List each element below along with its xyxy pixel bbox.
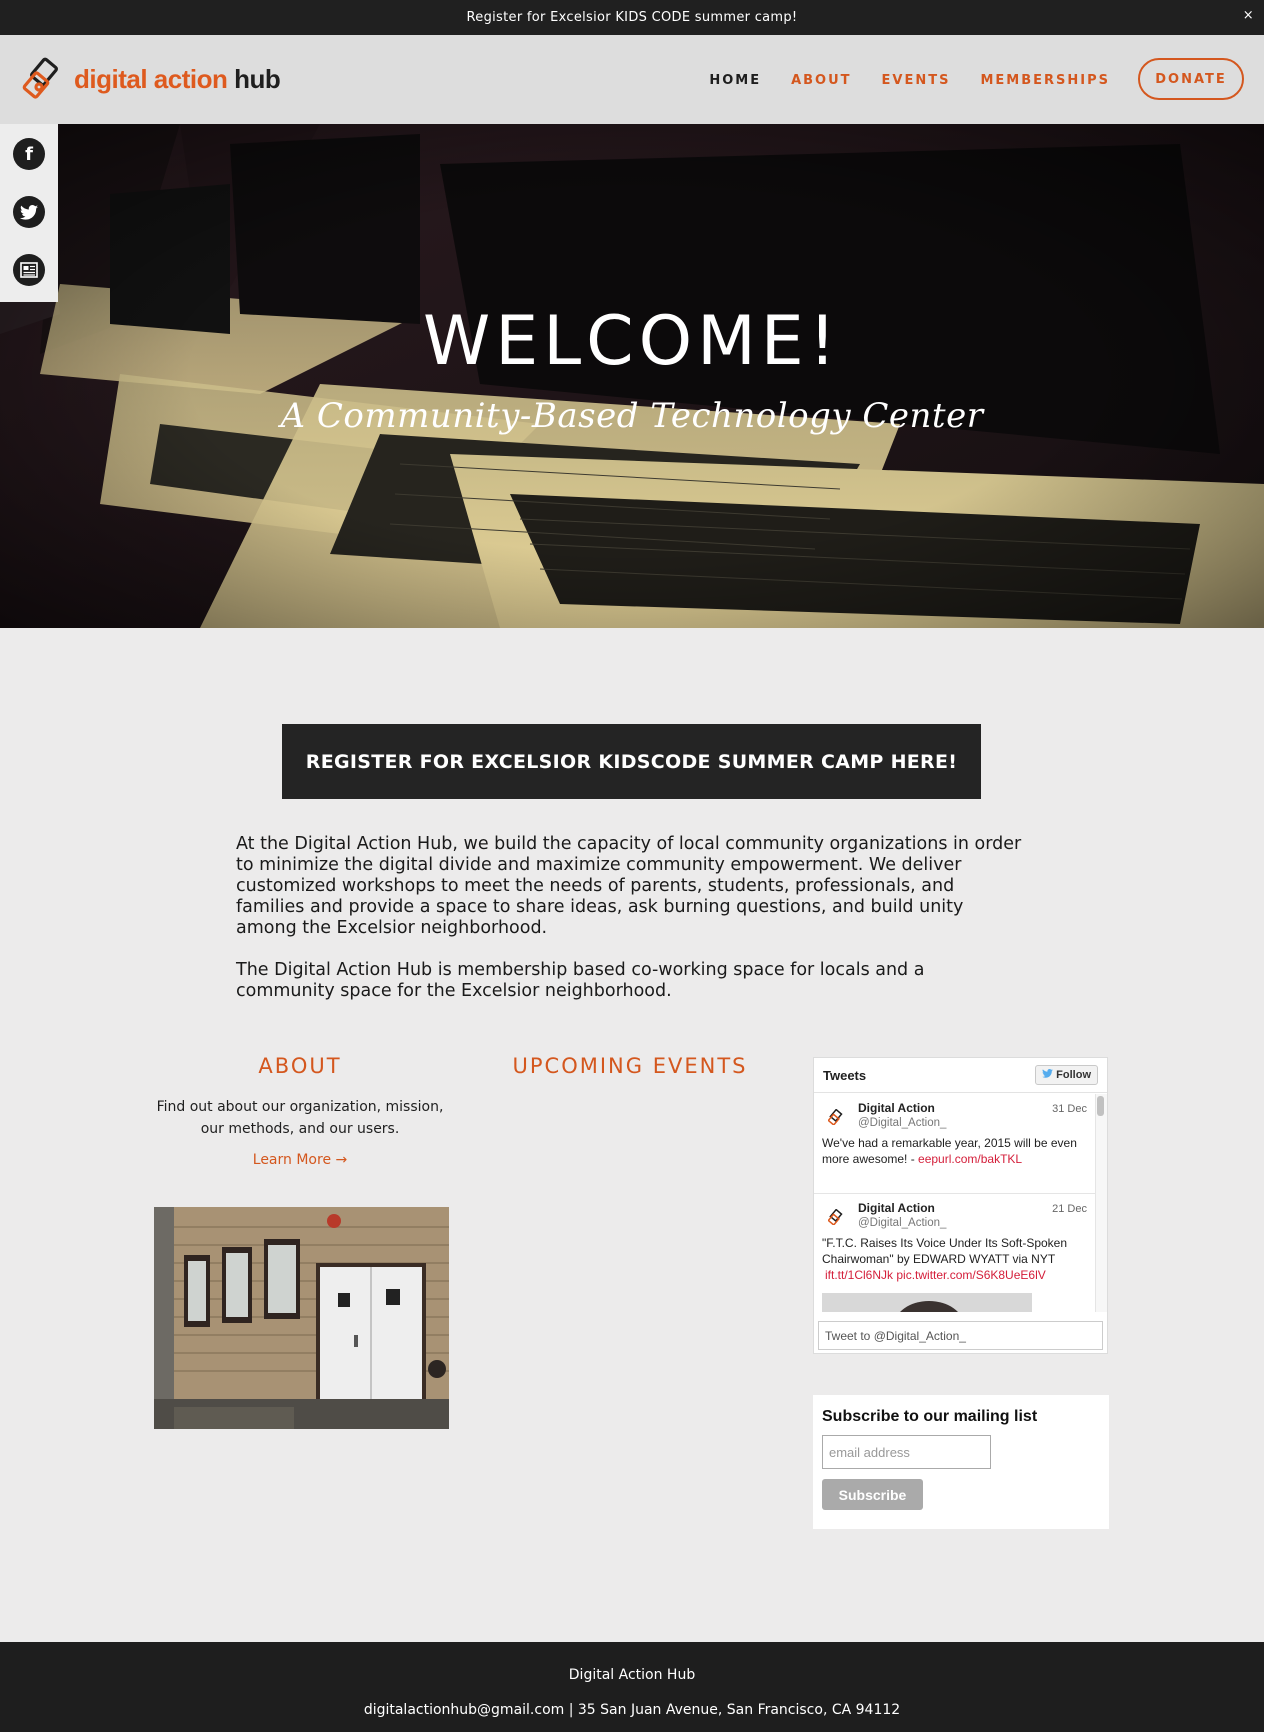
nav-home[interactable]: HOME [709,73,761,88]
twitter-bird-icon [1042,1069,1054,1078]
site-footer: Digital Action Hub digitalactionhub@gmai… [0,1642,1264,1732]
hero-subtitle: A Community-Based Technology Center [280,396,984,436]
hero-banner: WELCOME! A Community-Based Technology Ce… [0,124,1264,628]
tweet-handle[interactable]: @Digital_Action_ [858,1117,1087,1129]
tweet-item[interactable]: Digital Action @Digital_Action_ 21 Dec "… [814,1194,1095,1312]
site-header: digital action hub HOME ABOUT EVENTS MEM… [0,35,1264,124]
logo-text: digital action hub [74,63,281,95]
twitter-icon[interactable] [13,196,45,228]
facebook-icon[interactable]: f [13,138,45,170]
tweet-scrollbar-thumb[interactable] [1097,1096,1104,1116]
twitter-widget-header: Tweets Follow [814,1058,1107,1093]
upcoming-events-heading: UPCOMING EVENTS [512,1054,748,1078]
mailing-list-form: Subscribe to our mailing list email addr… [813,1395,1109,1529]
learn-more-link[interactable]: Learn More → [152,1152,448,1168]
subscribe-button[interactable]: Subscribe [822,1479,923,1510]
tweet-text: We've had a remarkable year, 2015 will b… [822,1135,1087,1167]
announcement-bar[interactable]: Register for Excelsior KIDS CODE summer … [0,0,1264,35]
main-nav: HOME ABOUT EVENTS MEMBERSHIPS [709,73,1110,88]
intro-text: At the Digital Action Hub, we build the … [236,834,1026,1002]
tweet-compose-input[interactable]: Tweet to @Digital_Action_ [818,1321,1103,1350]
building-photo [154,1207,449,1429]
logo-text-dark: hub [234,63,281,94]
logo-text-orange: digital action [74,63,228,94]
tweet-handle[interactable]: @Digital_Action_ [858,1217,1087,1229]
footer-name: Digital Action Hub [568,1667,696,1683]
tweet-date[interactable]: 31 Dec [1052,1103,1087,1115]
tweet-link[interactable]: eepurl.com/bakTKL [918,1152,1022,1166]
tweets-title: Tweets [823,1067,867,1083]
logo-mark-icon [22,57,58,99]
nav-memberships[interactable]: MEMBERSHIPS [980,73,1110,88]
tweet-date[interactable]: 21 Dec [1052,1203,1087,1215]
nav-events[interactable]: EVENTS [882,73,951,88]
donate-button[interactable]: DONATE [1138,58,1244,100]
close-icon[interactable]: × [1243,8,1254,23]
tweet-text: "F.T.C. Raises Its Voice Under Its Soft-… [822,1236,1068,1266]
intro-paragraph-2: The Digital Action Hub is membership bas… [236,960,925,1001]
follow-label: Follow [1056,1069,1091,1081]
hero-title: WELCOME! [423,302,841,381]
tweet-link[interactable]: ift.tt/1Cl6NJk pic.twitter.com/S6K8UeE6l… [822,1267,1087,1283]
tweet-timeline[interactable]: Digital Action @Digital_Action_ 31 Dec W… [814,1094,1095,1312]
newsletter-icon[interactable] [13,254,45,286]
tweet-avatar [828,1209,843,1225]
mailing-list-title: Subscribe to our mailing list [822,1408,1038,1425]
about-heading: ABOUT [258,1054,342,1078]
follow-button[interactable]: Follow [1035,1065,1098,1085]
tweet-media-preview[interactable] [822,1293,1032,1312]
tweet-avatar [828,1109,843,1125]
twitter-widget: Tweets Follow Digital Action @Digital_Ac… [813,1057,1108,1354]
register-camp-button[interactable]: REGISTER FOR EXCELSIOR KIDSCODE SUMMER C… [282,724,981,799]
footer-contact[interactable]: digitalactionhub@gmail.com | 35 San Juan… [0,1702,1264,1718]
social-sidebar: f [0,124,58,302]
about-description: Find out about our organization, mission… [156,1099,444,1137]
tweet-scrollbar[interactable] [1095,1094,1107,1312]
intro-paragraph-1: At the Digital Action Hub, we build the … [236,834,1022,938]
email-input[interactable]: email address [822,1435,991,1469]
nav-about[interactable]: ABOUT [791,73,851,88]
announcement-text[interactable]: Register for Excelsior KIDS CODE summer … [467,10,798,25]
tweet-item[interactable]: Digital Action @Digital_Action_ 31 Dec W… [814,1094,1095,1194]
logo[interactable]: digital action hub [22,57,281,101]
